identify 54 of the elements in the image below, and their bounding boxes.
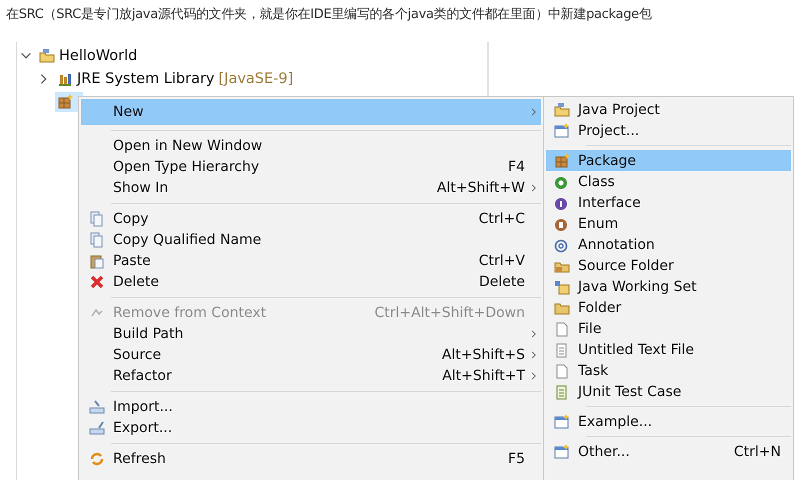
menu-item[interactable]: Package [546,150,791,171]
menu-item[interactable]: Project... [546,120,791,141]
menu-item[interactable]: Show In Alt+Shift+W [81,177,541,198]
tree-item-label: HelloWorld [59,48,138,64]
menu-item[interactable]: Class [546,171,791,192]
project-folder-icon [554,102,570,118]
menu-item[interactable]: Export... [81,417,541,438]
menu-item[interactable]: Java Project [546,99,791,120]
export-icon [89,420,105,436]
package-icon [554,152,570,168]
menu-item[interactable]: Example... [546,411,791,432]
menu-item[interactable]: Open in New Window [81,135,541,156]
menu-item[interactable]: JUnit Test Case [546,381,791,402]
menu-item[interactable]: Refactor Alt+Shift+T [81,365,541,386]
menu-item[interactable]: New [81,99,541,125]
menu-item[interactable]: Task [546,360,791,381]
library-version: [JavaSE-9] [218,70,294,86]
annotation-icon [554,236,570,252]
file-icon [554,362,570,378]
menu-item[interactable]: Annotation [546,234,791,255]
menu-item[interactable]: File [546,318,791,339]
menu-item[interactable]: Import... [81,396,541,417]
menu-item[interactable]: Build Path [81,323,541,344]
copy-icon [89,232,105,248]
import-icon [89,398,105,414]
package-icon [57,94,73,110]
menu-item[interactable]: Paste Ctrl+V [81,250,541,271]
working-set-icon [554,278,570,294]
delete-icon [89,274,105,290]
tree-item[interactable]: HelloWorld [37,46,140,66]
file-icon [554,320,570,336]
menu-item[interactable]: Open Type Hierarchy F4 [81,156,541,177]
window-icon [554,414,570,430]
menu-item[interactable]: Java Working Set [546,276,791,297]
menu-item[interactable]: Delete Delete [81,271,541,292]
caption: 在SRC（SRC是专门放java源代码的文件夹，就是你在IDE里编写的各个java类的文件都在里面）中新建package包 [6,6,653,24]
window-icon [554,444,570,460]
menu-item[interactable]: Folder [546,297,791,318]
menu-item[interactable]: Interface [546,192,791,213]
refresh-icon [89,450,105,466]
menu-item[interactable]: Other... Ctrl+N [546,441,791,462]
project-folder-icon [39,48,55,64]
copy-icon [89,210,105,226]
menu-item[interactable]: Copy Ctrl+C [81,208,541,229]
window-icon [554,122,570,138]
menu-item[interactable]: Refresh F5 [81,448,541,469]
menu-item[interactable]: Source Folder [546,255,791,276]
clipboard-icon [89,252,105,268]
menu-item[interactable]: Untitled Text File [546,339,791,360]
menu-item[interactable]: Source Alt+Shift+S [81,344,541,365]
menu-item[interactable]: Enum [546,213,791,234]
menu-item[interactable]: Copy Qualified Name [81,229,541,250]
tree-item[interactable]: JRE System Library [JavaSE-9] [55,68,296,88]
tree-item-label: JRE System Library [77,70,215,86]
